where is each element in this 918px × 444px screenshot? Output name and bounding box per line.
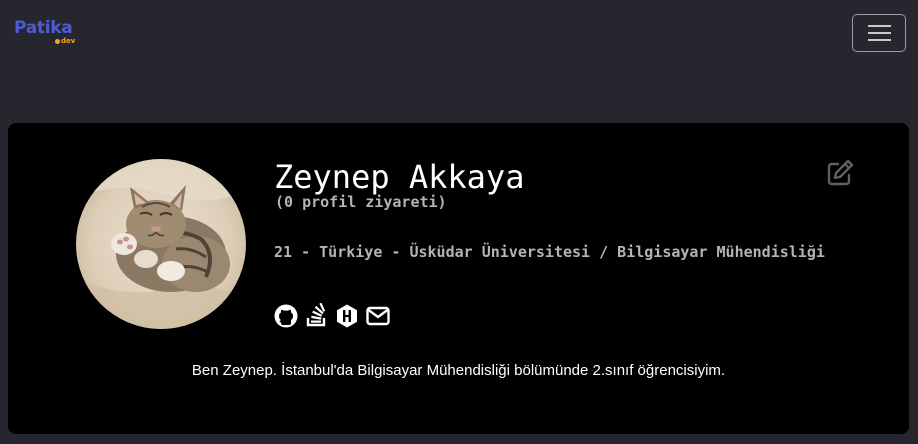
email-icon[interactable] <box>365 303 391 329</box>
navbar-toggler-button[interactable] <box>852 14 906 52</box>
kitten-photo <box>76 159 246 329</box>
edit-icon[interactable] <box>825 158 855 188</box>
edit-icon-graphic <box>827 159 854 186</box>
avatar <box>76 159 246 329</box>
stackoverflow-icon[interactable] <box>304 302 330 329</box>
github-icon[interactable] <box>273 303 299 329</box>
hamburger-menu-icon <box>868 25 891 27</box>
navbar: Patika dev <box>0 0 918 70</box>
profile-card: Zeynep Akkaya (0 profil ziyareti) 21 - T… <box>8 123 909 434</box>
hackerrank-icon[interactable] <box>334 303 360 329</box>
brand-dot <box>55 39 60 44</box>
hamburger-menu-icon <box>868 39 891 41</box>
profile-info: 21 - Türkiye - Üsküdar Üniversitesi / Bi… <box>274 243 825 261</box>
brand-logo[interactable]: Patika dev <box>14 17 78 49</box>
brand-sub: dev <box>61 37 76 45</box>
profile-name: Zeynep Akkaya <box>274 158 525 196</box>
hamburger-menu-icon <box>868 32 891 34</box>
profile-bio: Ben Zeynep. İstanbul'da Bilgisayar Mühen… <box>191 362 726 379</box>
profile-visits: (0 profil ziyareti) <box>275 193 447 211</box>
